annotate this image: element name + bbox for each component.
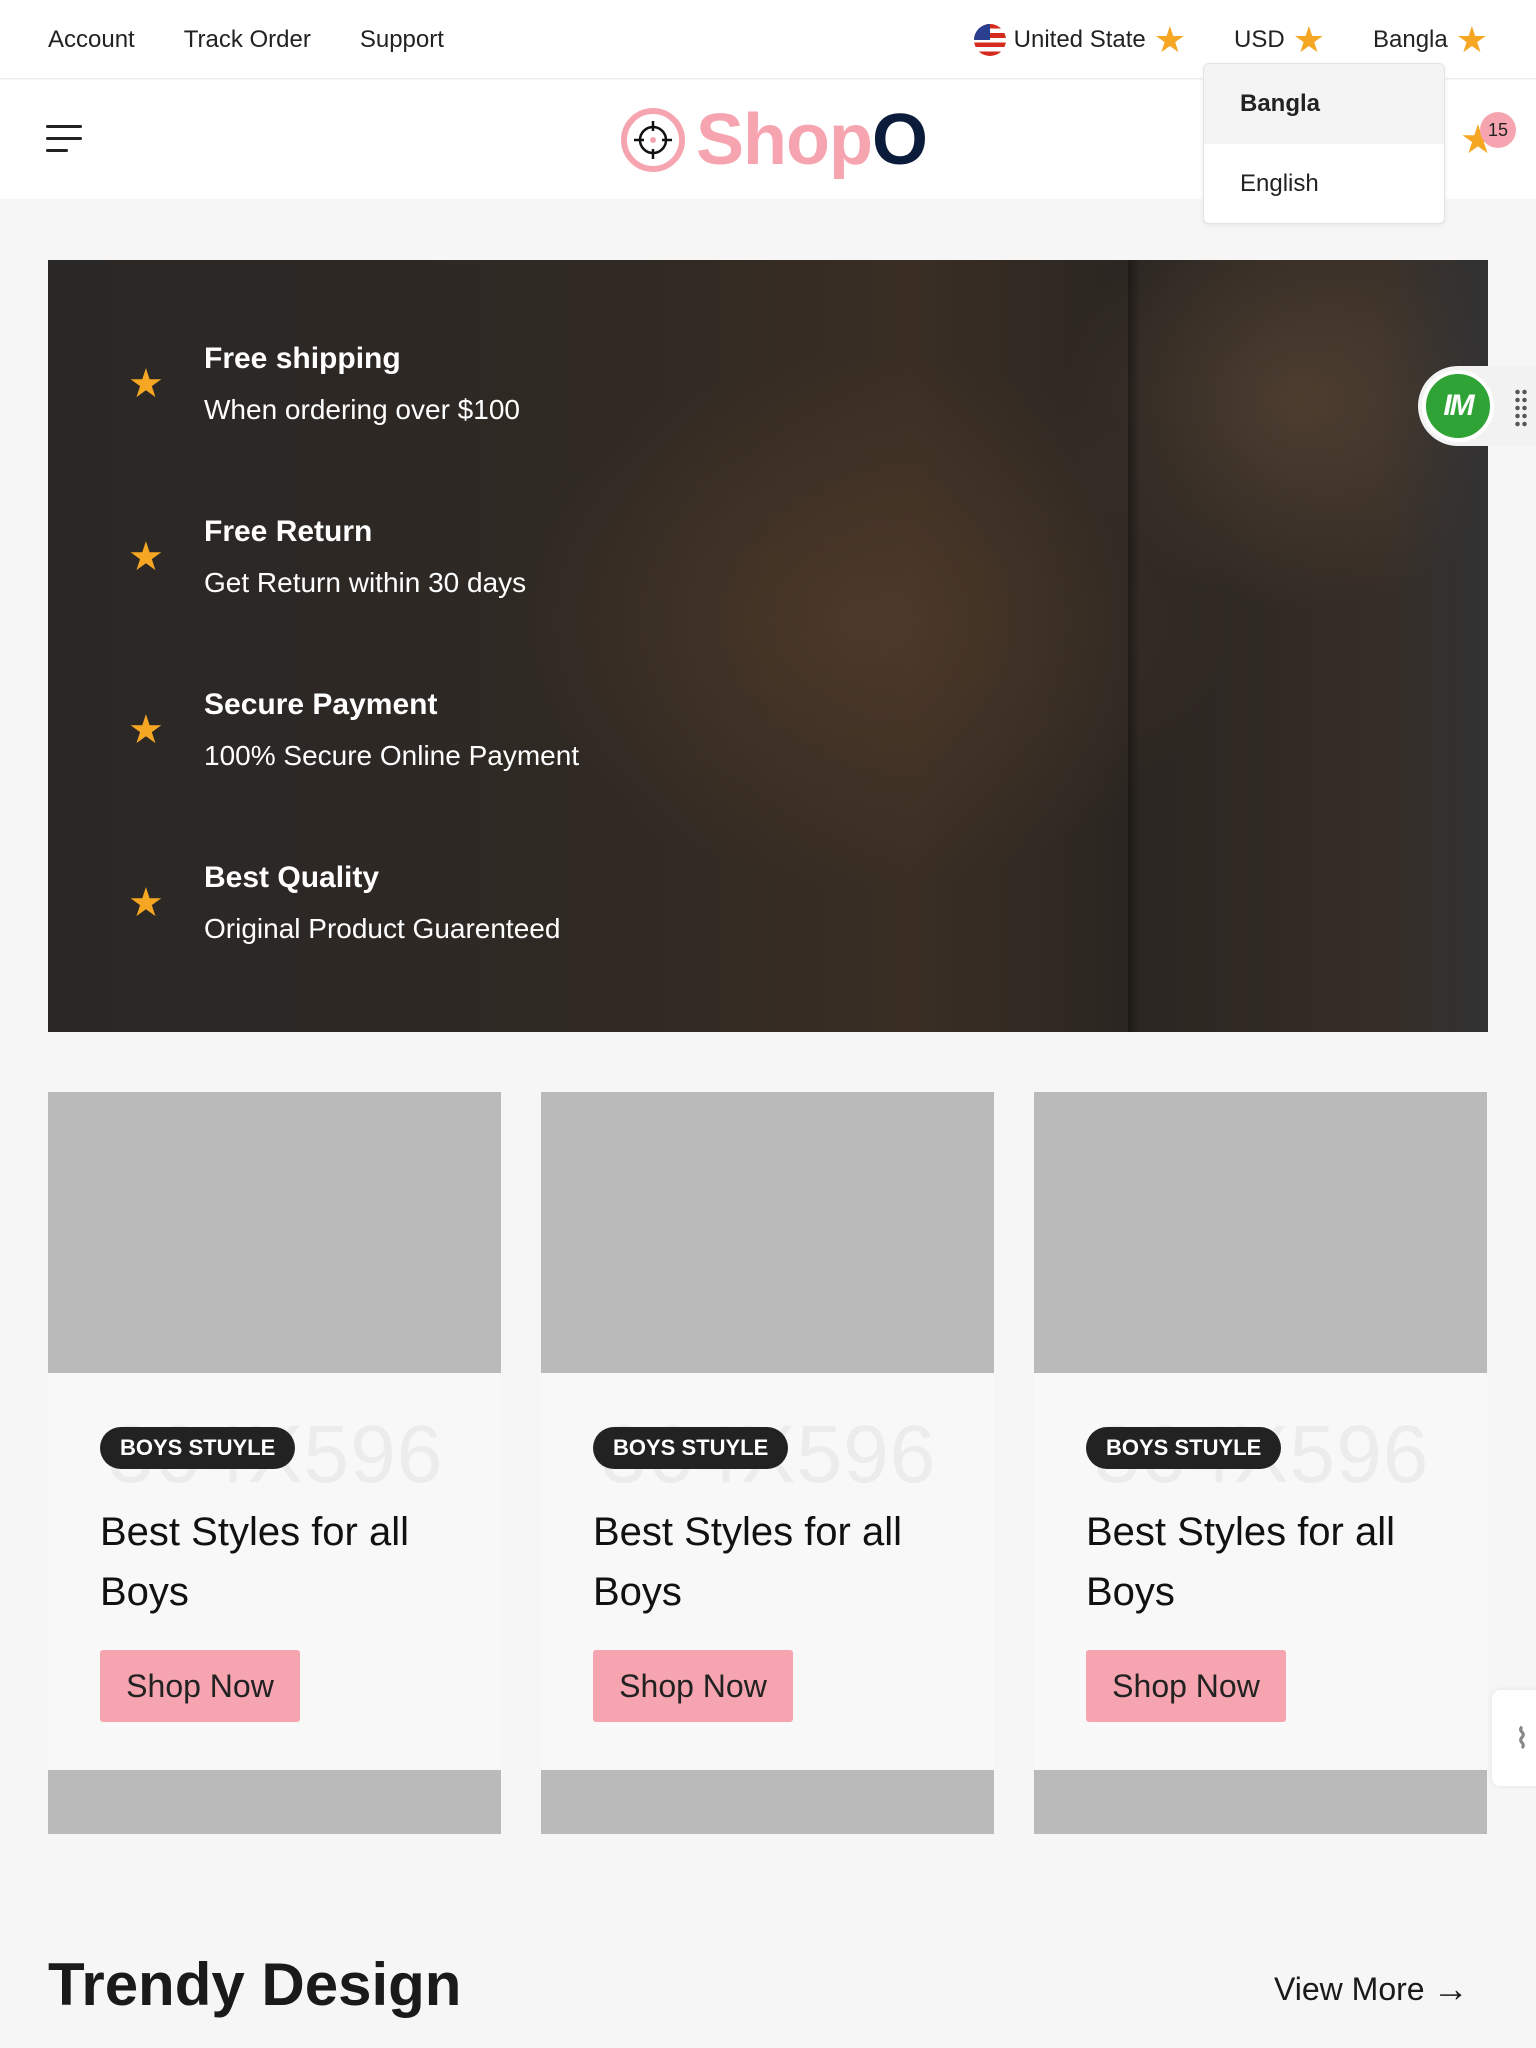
- section-title: Trendy Design: [48, 1951, 462, 2018]
- feature-title: Free Return: [204, 515, 373, 548]
- menu-icon[interactable]: [46, 125, 82, 155]
- star-icon: ★: [1292, 18, 1325, 60]
- shop-now-button[interactable]: Shop Now: [593, 1650, 793, 1722]
- language-label: Bangla: [1372, 25, 1448, 53]
- card-image: [48, 1092, 501, 1373]
- star-icon: ★: [128, 881, 164, 925]
- card-tag: BOYS STUYLE: [593, 1427, 789, 1469]
- shop-now-button[interactable]: Shop Now: [100, 1650, 300, 1722]
- country-label: United State: [1013, 25, 1146, 53]
- card-image: [541, 1092, 994, 1373]
- language-dropdown: Bangla English: [1203, 63, 1445, 224]
- country-selector[interactable]: United State ★: [973, 18, 1187, 60]
- drag-handle-icon[interactable]: [1514, 388, 1528, 428]
- feature-subtitle: Get Return within 30 days: [204, 567, 527, 598]
- view-more-label: View More: [1274, 1970, 1425, 2007]
- top-nav: Account Track Order Support: [48, 0, 444, 79]
- card-tag: BOYS STUYLE: [100, 1427, 296, 1469]
- card-image: [1034, 1092, 1487, 1373]
- feature-subtitle: When ordering over $100: [204, 394, 520, 425]
- arrow-right-icon: →: [1432, 1968, 1469, 2009]
- currency-selector[interactable]: USD ★: [1234, 18, 1325, 60]
- feature-subtitle: Original Product Guarenteed: [204, 913, 561, 944]
- support-link[interactable]: Support: [360, 26, 444, 54]
- star-icon: ★: [128, 535, 164, 579]
- feature-title: Best Quality: [204, 861, 380, 894]
- feature-item: ★ Free Return Get Return within 30 days: [48, 515, 748, 615]
- promo-card: 364X596 BOYS STUYLE Best Styles for all …: [48, 1092, 501, 1834]
- card-title: Best Styles for all Boys: [593, 1510, 903, 1614]
- language-option-english[interactable]: English: [1204, 144, 1444, 223]
- logo-text: ShopO: [696, 100, 928, 180]
- track-order-link[interactable]: Track Order: [184, 26, 311, 54]
- feature-title: Secure Payment: [204, 688, 438, 721]
- star-icon: ★: [1455, 18, 1488, 60]
- feature-title: Free shipping: [204, 342, 401, 375]
- card-tag: BOYS STUYLE: [1086, 1427, 1282, 1469]
- card-title: Best Styles for all Boys: [1086, 1510, 1396, 1614]
- account-link[interactable]: Account: [48, 26, 135, 54]
- card-image-bottom: [48, 1770, 501, 1834]
- language-option-bangla[interactable]: Bangla: [1204, 64, 1444, 144]
- cart-button[interactable]: ★ 15: [1460, 112, 1516, 162]
- currency-label: USD: [1234, 25, 1285, 53]
- view-more-link[interactable]: View More →: [1274, 1968, 1469, 2010]
- im-logo-icon: IM: [1422, 370, 1494, 442]
- promo-card: 364X596 BOYS STUYLE Best Styles for all …: [541, 1092, 994, 1834]
- floating-chat-widget[interactable]: IM: [1418, 366, 1536, 446]
- feature-item: ★ Secure Payment 100% Secure Online Paym…: [48, 688, 748, 788]
- feature-subtitle: 100% Secure Online Payment: [204, 740, 580, 771]
- promo-card: 364X596 BOYS STUYLE Best Styles for all …: [1034, 1092, 1487, 1834]
- feature-item: ★ Free shipping When ordering over $100: [48, 342, 748, 442]
- side-tab-icon[interactable]: ⌇: [1492, 1690, 1536, 1786]
- cart-count-badge: 15: [1480, 112, 1516, 148]
- card-image-bottom: [1034, 1770, 1487, 1834]
- shopo-logo[interactable]: ShopO: [620, 100, 928, 180]
- language-selector[interactable]: Bangla ★: [1372, 18, 1488, 60]
- card-image-bottom: [541, 1770, 994, 1834]
- feature-item: ★ Best Quality Original Product Guarente…: [48, 861, 748, 961]
- star-icon: ★: [128, 362, 164, 406]
- target-icon: [621, 108, 685, 172]
- star-icon: ★: [1153, 18, 1187, 60]
- hero-banner: ★ Free shipping When ordering over $100 …: [48, 260, 1488, 1032]
- card-title: Best Styles for all Boys: [100, 1510, 410, 1614]
- us-flag-icon: [973, 23, 1006, 56]
- shop-now-button[interactable]: Shop Now: [1086, 1650, 1286, 1722]
- star-icon: ★: [128, 708, 164, 752]
